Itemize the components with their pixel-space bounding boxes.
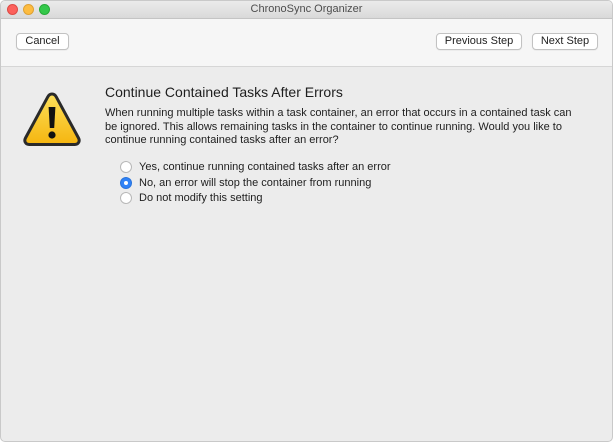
description-text: When running multiple tasks within a tas… bbox=[105, 107, 572, 146]
radio-button-selected[interactable] bbox=[120, 176, 132, 189]
window-title: ChronoSync Organizer bbox=[250, 3, 363, 15]
warning-triangle-icon bbox=[23, 92, 81, 146]
radio-dot-icon bbox=[124, 180, 128, 185]
page-title: Continue Contained Tasks After Errors bbox=[105, 84, 343, 100]
cancel-button[interactable]: Cancel bbox=[16, 33, 69, 50]
next-step-button[interactable]: Next Step bbox=[532, 33, 598, 50]
radio-option-label[interactable]: No, an error will stop the container fro… bbox=[139, 176, 371, 190]
previous-step-button[interactable]: Previous Step bbox=[436, 33, 522, 50]
radio-button[interactable] bbox=[120, 192, 132, 204]
radio-option-label[interactable]: Do not modify this setting bbox=[139, 191, 263, 205]
title-bar[interactable]: ChronoSync Organizer bbox=[1, 1, 612, 19]
radio-option-label[interactable]: Yes, continue running contained tasks af… bbox=[139, 160, 391, 174]
app-window: ChronoSync Organizer Cancel Previous Ste… bbox=[0, 0, 613, 442]
radio-button[interactable] bbox=[120, 161, 132, 173]
toolbar: Cancel Previous Step Next Step bbox=[1, 19, 612, 67]
